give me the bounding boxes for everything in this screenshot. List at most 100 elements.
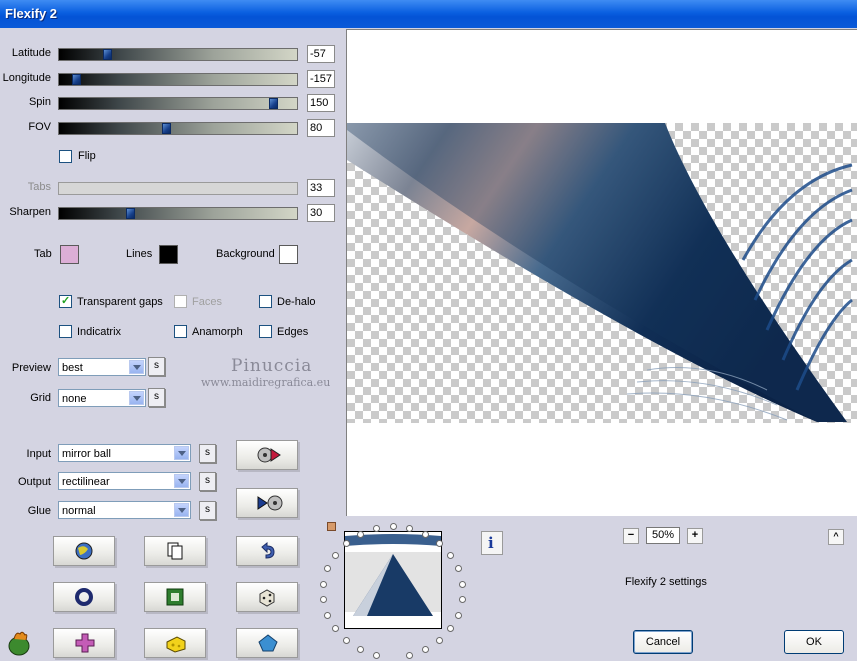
preview-s-button[interactable]: s <box>148 357 165 376</box>
dial-dot[interactable] <box>447 551 455 559</box>
glue-s-button[interactable]: s <box>199 501 216 520</box>
sharpen-slider-thumb[interactable] <box>126 208 136 219</box>
faces-checkbox[interactable] <box>174 295 187 308</box>
flexify-window: Flexify 2 Latitude -57 Longitude -157 Spin 15… <box>0 0 857 661</box>
thumbnail-handle[interactable] <box>327 522 336 531</box>
longitude-value-field[interactable]: -157 <box>307 70 335 88</box>
spin-slider-thumb[interactable] <box>269 98 279 109</box>
indicatrix-checkbox[interactable] <box>59 325 72 338</box>
longitude-slider-thumb[interactable] <box>71 74 81 85</box>
dial-dot[interactable] <box>435 637 443 645</box>
grid-select[interactable]: none <box>58 389 146 407</box>
chevron-down-icon[interactable] <box>174 446 189 460</box>
dial-dot[interactable] <box>356 646 364 654</box>
flaming-pear-logo-icon[interactable] <box>6 629 34 657</box>
dial-dot[interactable] <box>343 539 351 547</box>
dial-dot[interactable] <box>389 523 397 531</box>
green-square-icon <box>166 588 184 606</box>
dial-dot[interactable] <box>422 530 430 538</box>
dial-dot[interactable] <box>422 646 430 654</box>
collapse-button[interactable]: ^ <box>828 529 844 545</box>
info-button[interactable]: i <box>481 531 503 555</box>
zoom-out-button[interactable]: − <box>623 528 639 544</box>
undo-button[interactable] <box>236 536 298 566</box>
dial-dot[interactable] <box>372 651 380 659</box>
dial-dot[interactable] <box>454 611 462 619</box>
longitude-slider[interactable] <box>58 73 298 86</box>
sharpen-slider[interactable] <box>58 207 298 220</box>
cheese-button[interactable] <box>144 628 206 658</box>
dial-dot[interactable] <box>406 651 414 659</box>
edges-checkbox[interactable] <box>259 325 272 338</box>
lines-color-swatch[interactable] <box>159 245 178 264</box>
cross-button[interactable] <box>53 628 115 658</box>
chevron-down-icon[interactable] <box>174 474 189 488</box>
input-s-button[interactable]: s <box>199 444 216 463</box>
chevron-down-icon[interactable] <box>129 360 144 374</box>
latitude-slider[interactable] <box>58 48 298 61</box>
square-button[interactable] <box>144 582 206 612</box>
dice-button[interactable] <box>236 582 298 612</box>
randomize-button[interactable] <box>53 536 115 566</box>
fov-value-field[interactable]: 80 <box>307 119 335 137</box>
dial-dot[interactable] <box>343 637 351 645</box>
dial-dot[interactable] <box>331 551 339 559</box>
tab-color-swatch[interactable] <box>60 245 79 264</box>
tabs-value-field[interactable]: 33 <box>307 179 335 197</box>
dial-dot[interactable] <box>435 539 443 547</box>
thumbnail-preview[interactable] <box>344 531 442 629</box>
spin-value-field[interactable]: 150 <box>307 94 335 112</box>
fov-slider-thumb[interactable] <box>162 123 172 134</box>
output-s-button[interactable]: s <box>199 472 216 491</box>
preview-canvas[interactable] <box>346 29 857 516</box>
dial-dot[interactable] <box>324 611 332 619</box>
transparent-gaps-checkbox[interactable]: ✓ <box>59 295 72 308</box>
dial-dot[interactable] <box>324 565 332 573</box>
lines-color-label: Lines <box>126 248 153 260</box>
disc-arrow-right-icon <box>257 447 281 463</box>
cancel-button[interactable]: Cancel <box>633 630 693 654</box>
latitude-slider-thumb[interactable] <box>102 49 112 60</box>
preview-quality-select[interactable]: best <box>58 358 146 376</box>
copy-button[interactable] <box>144 536 206 566</box>
anamorph-checkbox[interactable] <box>174 325 187 338</box>
sharpen-value-field[interactable]: 30 <box>307 204 335 222</box>
dial-dot[interactable] <box>320 596 327 604</box>
chevron-down-icon[interactable] <box>174 503 189 517</box>
copy-pages-icon <box>167 542 183 560</box>
input-to-output-button[interactable] <box>236 440 298 470</box>
preview-image <box>347 123 853 422</box>
preview-label: Preview <box>11 362 51 374</box>
faces-label: Faces <box>192 296 222 308</box>
dial-dot[interactable] <box>356 530 364 538</box>
de-halo-checkbox[interactable] <box>259 295 272 308</box>
tabs-slider[interactable] <box>58 182 298 195</box>
ok-button[interactable]: OK <box>784 630 844 654</box>
dial-dot[interactable] <box>454 565 462 573</box>
output-select[interactable]: rectilinear <box>58 472 191 490</box>
dial-dot[interactable] <box>372 525 380 533</box>
chevron-down-icon[interactable] <box>129 391 144 405</box>
background-color-swatch[interactable] <box>279 245 298 264</box>
dial-dot[interactable] <box>458 596 466 604</box>
arrow-disc-icon <box>257 495 283 511</box>
indicatrix-label: Indicatrix <box>77 326 122 338</box>
watermark-url: www.maidiregrafica.eu <box>201 376 331 389</box>
output-to-input-button[interactable] <box>236 488 298 518</box>
dial-dot[interactable] <box>320 580 327 588</box>
flip-checkbox[interactable] <box>59 150 72 163</box>
glue-select[interactable]: normal <box>58 501 191 519</box>
grid-s-button[interactable]: s <box>148 388 165 407</box>
pentagon-button[interactable] <box>236 628 298 658</box>
input-select[interactable]: mirror ball <box>58 444 191 462</box>
dial-dot[interactable] <box>458 580 466 588</box>
de-halo-label: De-halo <box>277 296 316 308</box>
dial-dot[interactable] <box>331 625 339 633</box>
ring-button[interactable] <box>53 582 115 612</box>
dial-dot[interactable] <box>447 625 455 633</box>
latitude-value-field[interactable]: -57 <box>307 45 335 63</box>
title-bar[interactable]: Flexify 2 <box>0 0 857 28</box>
fov-slider[interactable] <box>58 122 298 135</box>
zoom-in-button[interactable]: + <box>687 528 703 544</box>
spin-slider[interactable] <box>58 97 298 110</box>
